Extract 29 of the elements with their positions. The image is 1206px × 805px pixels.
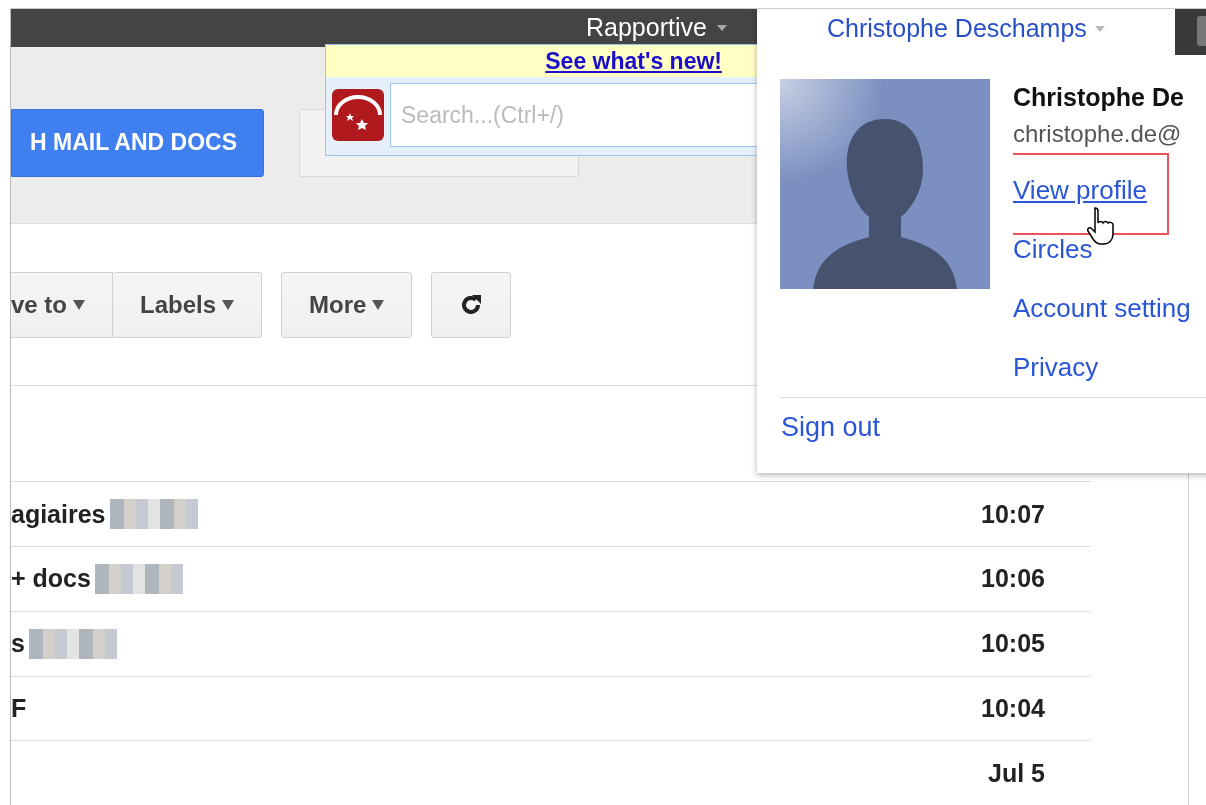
message-subject: s bbox=[11, 629, 25, 659]
message-subject: + docs bbox=[11, 564, 91, 594]
caret-icon bbox=[1094, 25, 1105, 32]
account-name-menu[interactable]: Christophe Deschamps bbox=[827, 14, 1105, 43]
menu-link[interactable]: Account setting bbox=[1013, 293, 1191, 324]
message-subject: F bbox=[11, 693, 27, 723]
message-time: Jul 5 bbox=[988, 758, 1045, 788]
message-time: 10:04 bbox=[981, 693, 1045, 723]
account-full-name: Christophe De bbox=[1013, 83, 1185, 112]
caret-icon bbox=[716, 24, 727, 31]
message-time: 10:07 bbox=[981, 499, 1045, 529]
refresh-button[interactable] bbox=[431, 272, 512, 339]
caret-icon bbox=[73, 300, 85, 311]
cloud-stars-logo-icon bbox=[332, 89, 384, 141]
sign-out-link[interactable]: Sign out bbox=[781, 412, 881, 443]
menu-link[interactable]: Privacy bbox=[1013, 352, 1099, 383]
dropdown-button[interactable]: ve to bbox=[11, 272, 113, 339]
account-email: christophe.de@ bbox=[1013, 120, 1183, 148]
caret-icon bbox=[222, 300, 235, 311]
dropdown-button[interactable]: Labels bbox=[113, 272, 263, 339]
message-subject: agiaires bbox=[11, 499, 106, 529]
menu-link[interactable]: View profile bbox=[1013, 175, 1147, 206]
menu-link[interactable]: Circles bbox=[1013, 234, 1093, 265]
message-time: 10:06 bbox=[981, 564, 1045, 594]
caret-icon bbox=[372, 300, 385, 311]
dropdown-button[interactable]: More bbox=[281, 272, 413, 339]
search-mail-button[interactable]: H MAIL AND DOCS bbox=[11, 108, 264, 177]
message-time: 10:05 bbox=[981, 629, 1045, 659]
rapportive-menu[interactable]: Rapportive bbox=[586, 13, 707, 43]
